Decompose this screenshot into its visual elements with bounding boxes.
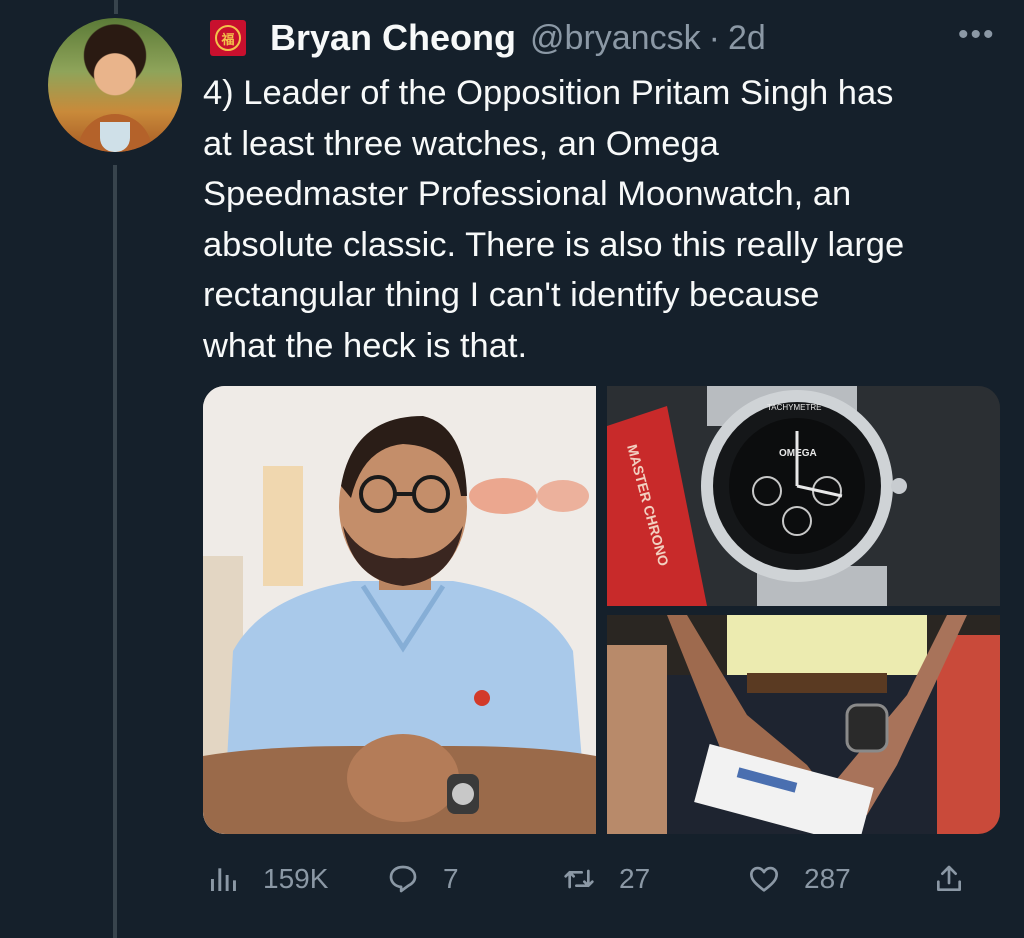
like-count: 287 — [804, 863, 851, 894]
more-dots-icon[interactable]: ••• — [958, 18, 996, 52]
media-grid: MASTER CHRONO OMEGA TACHYMETRE — [203, 386, 1000, 834]
photo-hands-smartwatch[interactable] — [607, 615, 1000, 834]
watch-illustration: MASTER CHRONO OMEGA TACHYMETRE — [607, 386, 1000, 606]
reply-bubble-icon — [389, 865, 417, 893]
retweet-icon — [564, 869, 594, 889]
views-count: 159K — [263, 863, 329, 894]
retweet-action[interactable]: 27 — [563, 855, 650, 903]
views-action[interactable]: 159K — [207, 855, 328, 903]
author-handle[interactable]: @bryancsk — [530, 19, 701, 58]
reply-count: 7 — [443, 863, 459, 894]
separator-dot: · — [708, 18, 720, 57]
avatar[interactable] — [48, 18, 182, 152]
tweet-actions: 159K 7 27 287 — [207, 855, 967, 903]
tweet-timestamp[interactable]: 2d — [728, 19, 766, 58]
tweet-text: 4) Leader of the Opposition Pritam Singh… — [203, 74, 905, 365]
heart-icon — [750, 866, 778, 892]
hands-illustration — [607, 615, 1000, 834]
bezel-text: TACHYMETRE — [767, 403, 822, 412]
badge-character: 福 — [215, 25, 241, 51]
photo-man-illustration — [203, 386, 596, 834]
red-envelope-badge-icon: 福 — [210, 20, 246, 56]
watch-brand: OMEGA — [779, 448, 817, 459]
author-name[interactable]: Bryan Cheong — [270, 17, 516, 59]
bar-chart-icon — [211, 868, 236, 891]
share-action[interactable] — [933, 855, 989, 903]
reply-action[interactable]: 7 — [387, 855, 459, 903]
thread-line — [113, 165, 117, 938]
photo-man-blue-shirt[interactable] — [203, 386, 596, 834]
share-upload-icon — [937, 865, 961, 891]
retweet-count: 27 — [619, 863, 651, 894]
like-action[interactable]: 287 — [748, 855, 851, 903]
thread-line-top — [114, 0, 118, 14]
photo-omega-watch[interactable]: MASTER CHRONO OMEGA TACHYMETRE — [607, 386, 1000, 606]
avatar-collar — [100, 122, 130, 152]
tweet-header: 福 Bryan Cheong @bryancsk · 2d — [210, 14, 766, 62]
